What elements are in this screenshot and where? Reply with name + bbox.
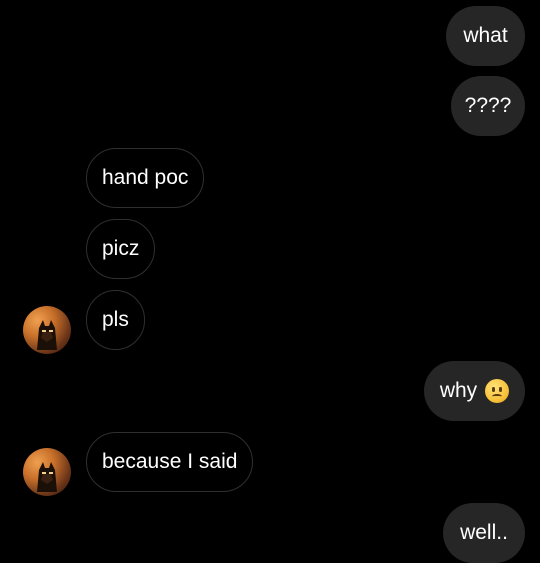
message-bubble-sent[interactable]: well.. [443,503,525,563]
message-text: well.. [460,521,508,544]
message-text: because I said [102,450,238,473]
message-bubble-received[interactable]: hand poc [86,148,205,208]
frowning-face-icon [485,379,510,403]
message-text: ???? [464,94,512,117]
message-bubble-received[interactable]: picz [86,219,156,279]
message-bubble-sent[interactable]: ???? [451,76,525,136]
message-text: hand poc [102,166,189,189]
batman-avatar-icon[interactable] [23,448,71,496]
message-text: pls [102,308,129,331]
batman-avatar-icon[interactable] [23,306,71,354]
message-text: why [439,379,478,402]
message-text: picz [102,237,140,260]
message-bubble-sent[interactable]: what [446,6,525,66]
message-bubble-received[interactable]: because I said [86,432,254,492]
message-text: what [463,24,508,47]
message-bubble-received[interactable]: pls [86,290,145,350]
message-bubble-sent[interactable]: why [424,361,525,421]
